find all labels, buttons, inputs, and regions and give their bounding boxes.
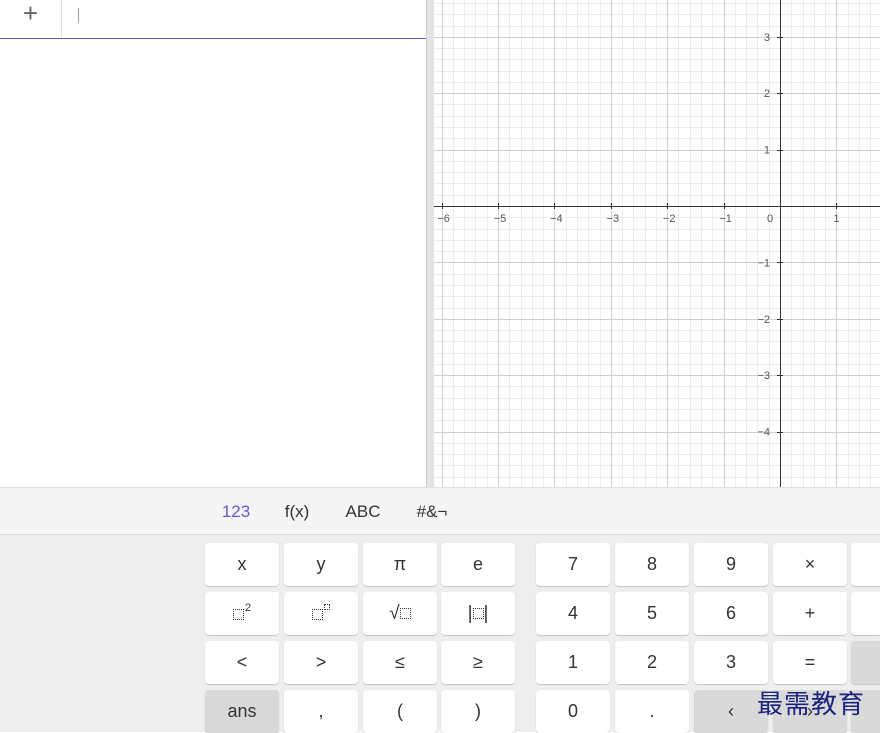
key-equals[interactable]: = xyxy=(773,641,847,684)
key-greater-equal[interactable]: ≥ xyxy=(441,641,515,684)
panel-splitter[interactable] xyxy=(426,0,434,487)
key-1[interactable]: 1 xyxy=(536,641,610,684)
key-partial[interactable] xyxy=(851,592,880,635)
x-tick-label: 1 xyxy=(833,213,839,225)
key-ans[interactable]: ans xyxy=(205,690,279,733)
key-label: 1 xyxy=(567,652,578,672)
tab-123[interactable]: 123 xyxy=(222,488,250,534)
key-8[interactable]: 8 xyxy=(615,543,689,586)
key-cursor-left[interactable]: ‹ xyxy=(694,690,768,733)
key-7[interactable]: 7 xyxy=(536,543,610,586)
sqrt-key[interactable]: √ xyxy=(363,592,437,635)
key-label: ) xyxy=(475,701,481,721)
key-label: ≥ xyxy=(473,652,483,672)
key-label: 2 xyxy=(646,652,657,672)
key-label: < xyxy=(236,652,248,672)
key-label: 8 xyxy=(646,554,657,574)
key-partial[interactable] xyxy=(851,543,880,586)
key-label: 3 xyxy=(725,652,736,672)
key-label: = xyxy=(804,652,816,672)
key-label: ans xyxy=(227,701,257,721)
key-label: . xyxy=(649,701,655,721)
sqrt-icon: √ xyxy=(389,603,411,625)
key-label: > xyxy=(315,652,327,672)
keyboard-tab-bar: 123 f(x) ABC #&¬ xyxy=(0,487,880,535)
key-less-equal[interactable]: ≤ xyxy=(363,641,437,684)
algebra-input-row: + xyxy=(0,0,426,39)
key-3[interactable]: 3 xyxy=(694,641,768,684)
key-comma[interactable]: , xyxy=(284,690,358,733)
key-y[interactable]: y xyxy=(284,543,358,586)
key-x[interactable]: x xyxy=(205,543,279,586)
abs-icon: | | xyxy=(467,602,489,624)
tab-functions[interactable]: f(x) xyxy=(285,488,310,534)
key-label: › xyxy=(807,701,813,721)
key-decimal-point[interactable]: . xyxy=(615,690,689,733)
square-icon: 2 xyxy=(232,602,251,624)
x-tick-label: 0 xyxy=(767,213,773,225)
key-0[interactable]: 0 xyxy=(536,690,610,733)
key-label: , xyxy=(318,701,324,721)
graph-canvas[interactable]: −6 −5 −4 −3 −2 −1 0 1 3 2 1 −1 −2 −3 −4 xyxy=(434,0,880,487)
power-key[interactable] xyxy=(284,592,358,635)
key-6[interactable]: 6 xyxy=(694,592,768,635)
y-tick-label: 3 xyxy=(764,32,770,44)
key-label: π xyxy=(393,554,407,574)
key-4[interactable]: 4 xyxy=(536,592,610,635)
key-partial[interactable] xyxy=(851,641,880,684)
key-label: x xyxy=(237,554,247,574)
x-tick-label: −6 xyxy=(437,213,450,225)
plus-icon: + xyxy=(22,0,39,28)
key-label: y xyxy=(316,554,326,574)
key-cursor-right[interactable]: › xyxy=(773,690,847,733)
key-multiply[interactable]: × xyxy=(773,543,847,586)
graph-view[interactable]: −6 −5 −4 −3 −2 −1 0 1 3 2 1 −1 −2 −3 −4 xyxy=(434,0,880,487)
key-label: 0 xyxy=(567,701,578,721)
key-plus[interactable]: + xyxy=(773,592,847,635)
add-item-button[interactable]: + xyxy=(0,0,61,38)
key-open-paren[interactable]: ( xyxy=(363,690,437,733)
x-tick-label: −1 xyxy=(719,213,732,225)
tab-abc[interactable]: ABC xyxy=(346,488,381,534)
y-tick-label: −4 xyxy=(757,427,770,439)
key-label: ( xyxy=(397,701,403,721)
x-tick-label: −4 xyxy=(550,213,563,225)
key-label: + xyxy=(804,603,816,623)
power-icon xyxy=(312,603,330,624)
abs-key[interactable]: | | xyxy=(441,592,515,635)
key-label: ‹ xyxy=(728,701,734,721)
key-9[interactable]: 9 xyxy=(694,543,768,586)
key-5[interactable]: 5 xyxy=(615,592,689,635)
key-partial[interactable] xyxy=(851,690,880,733)
x-tick-label: −2 xyxy=(663,213,676,225)
key-label: × xyxy=(804,554,816,574)
text-caret xyxy=(78,8,79,23)
key-pi[interactable]: π xyxy=(363,543,437,586)
key-2[interactable]: 2 xyxy=(615,641,689,684)
key-label: e xyxy=(472,554,483,574)
key-label: 9 xyxy=(725,554,736,574)
virtual-keyboard: 123 f(x) ABC #&¬ x y π e 7 8 9 × 2 √ | | 4 5 6 + < > ≤ ≥1 2 3… xyxy=(0,487,880,733)
y-tick-label: 1 xyxy=(764,145,770,157)
x-tick-label: −3 xyxy=(607,213,620,225)
y-tick-label: 2 xyxy=(764,88,770,100)
key-e[interactable]: e xyxy=(441,543,515,586)
key-label: 5 xyxy=(646,603,657,623)
key-label: 6 xyxy=(725,603,736,623)
key-label: ≤ xyxy=(395,652,405,672)
key-label: 7 xyxy=(567,554,578,574)
key-less-than[interactable]: < xyxy=(205,641,279,684)
y-tick-label: −2 xyxy=(757,314,770,326)
key-greater-than[interactable]: > xyxy=(284,641,358,684)
key-close-paren[interactable]: ) xyxy=(441,690,515,733)
x-tick-label: −5 xyxy=(494,213,507,225)
algebra-input-field[interactable] xyxy=(62,0,426,38)
algebra-panel: + xyxy=(0,0,426,487)
y-tick-label: −3 xyxy=(757,370,770,382)
square-key[interactable]: 2 xyxy=(205,592,279,635)
y-tick-label: −1 xyxy=(757,257,770,269)
tab-symbols[interactable]: #&¬ xyxy=(417,488,448,534)
key-label: 4 xyxy=(567,603,578,623)
